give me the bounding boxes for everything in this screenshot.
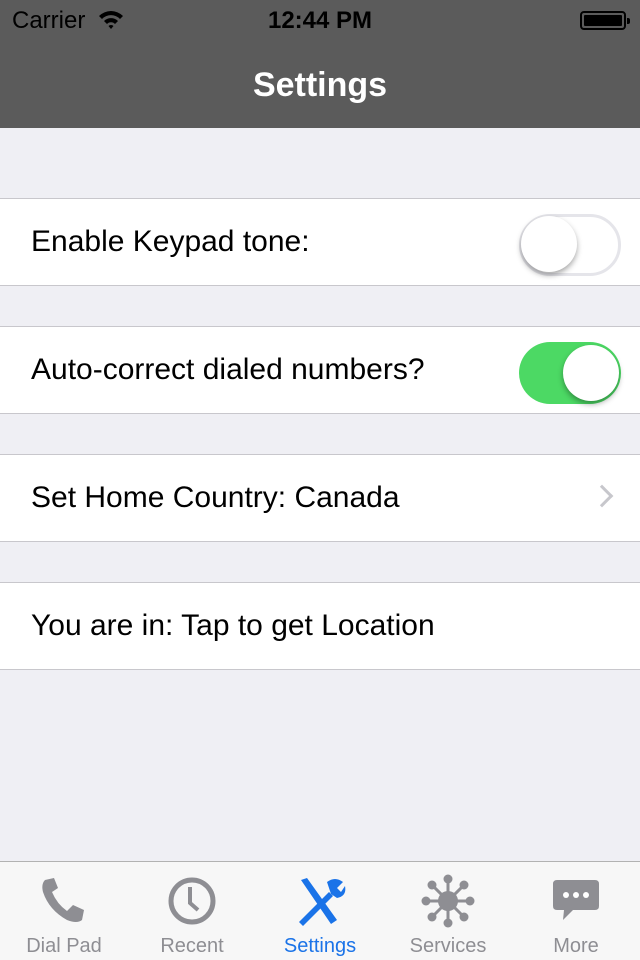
autocorrect-row: Auto-correct dialed numbers? — [0, 326, 640, 414]
location-label: You are in: Tap to get Location — [31, 609, 435, 642]
page-title: Settings — [252, 66, 388, 104]
switch-knob — [563, 345, 619, 401]
tab-services[interactable]: Services — [384, 862, 512, 960]
tab-settings[interactable]: Settings — [256, 862, 384, 960]
tools-icon — [299, 878, 346, 926]
autocorrect-label: Auto-correct dialed numbers? — [31, 353, 425, 386]
battery-icon — [580, 11, 630, 30]
phone-icon — [42, 878, 84, 922]
autocorrect-switch[interactable] — [519, 342, 621, 404]
tab-more[interactable]: More — [512, 862, 640, 960]
home-country-label: Set Home Country: Canada — [31, 481, 400, 514]
tab-label: Settings — [283, 935, 357, 957]
tab-dial-pad[interactable]: Dial Pad — [0, 862, 128, 960]
chat-bubble-icon — [553, 880, 599, 920]
tab-label: Recent — [160, 935, 224, 957]
chevron-right-icon — [590, 484, 614, 508]
tab-label: Dial Pad — [26, 935, 102, 957]
header: Carrier 12:44 PM Settings — [0, 0, 640, 128]
location-row[interactable]: You are in: Tap to get Location — [0, 582, 640, 670]
tab-label: Services — [409, 935, 487, 957]
tab-bar: Dial Pad Recent Settings Services More — [0, 861, 640, 960]
tab-recent[interactable]: Recent — [128, 862, 256, 960]
status-bar: Carrier 12:44 PM — [0, 0, 640, 40]
clock-time: 12:44 PM — [267, 7, 373, 34]
home-country-row[interactable]: Set Home Country: Canada — [0, 454, 640, 542]
clock-icon — [168, 877, 216, 925]
keypad-tone-label: Enable Keypad tone: — [31, 225, 310, 258]
switch-knob — [521, 216, 577, 272]
keypad-tone-switch[interactable] — [519, 214, 621, 276]
keypad-tone-row: Enable Keypad tone: — [0, 198, 640, 286]
network-icon — [421, 874, 475, 928]
tab-label: More — [553, 935, 599, 957]
